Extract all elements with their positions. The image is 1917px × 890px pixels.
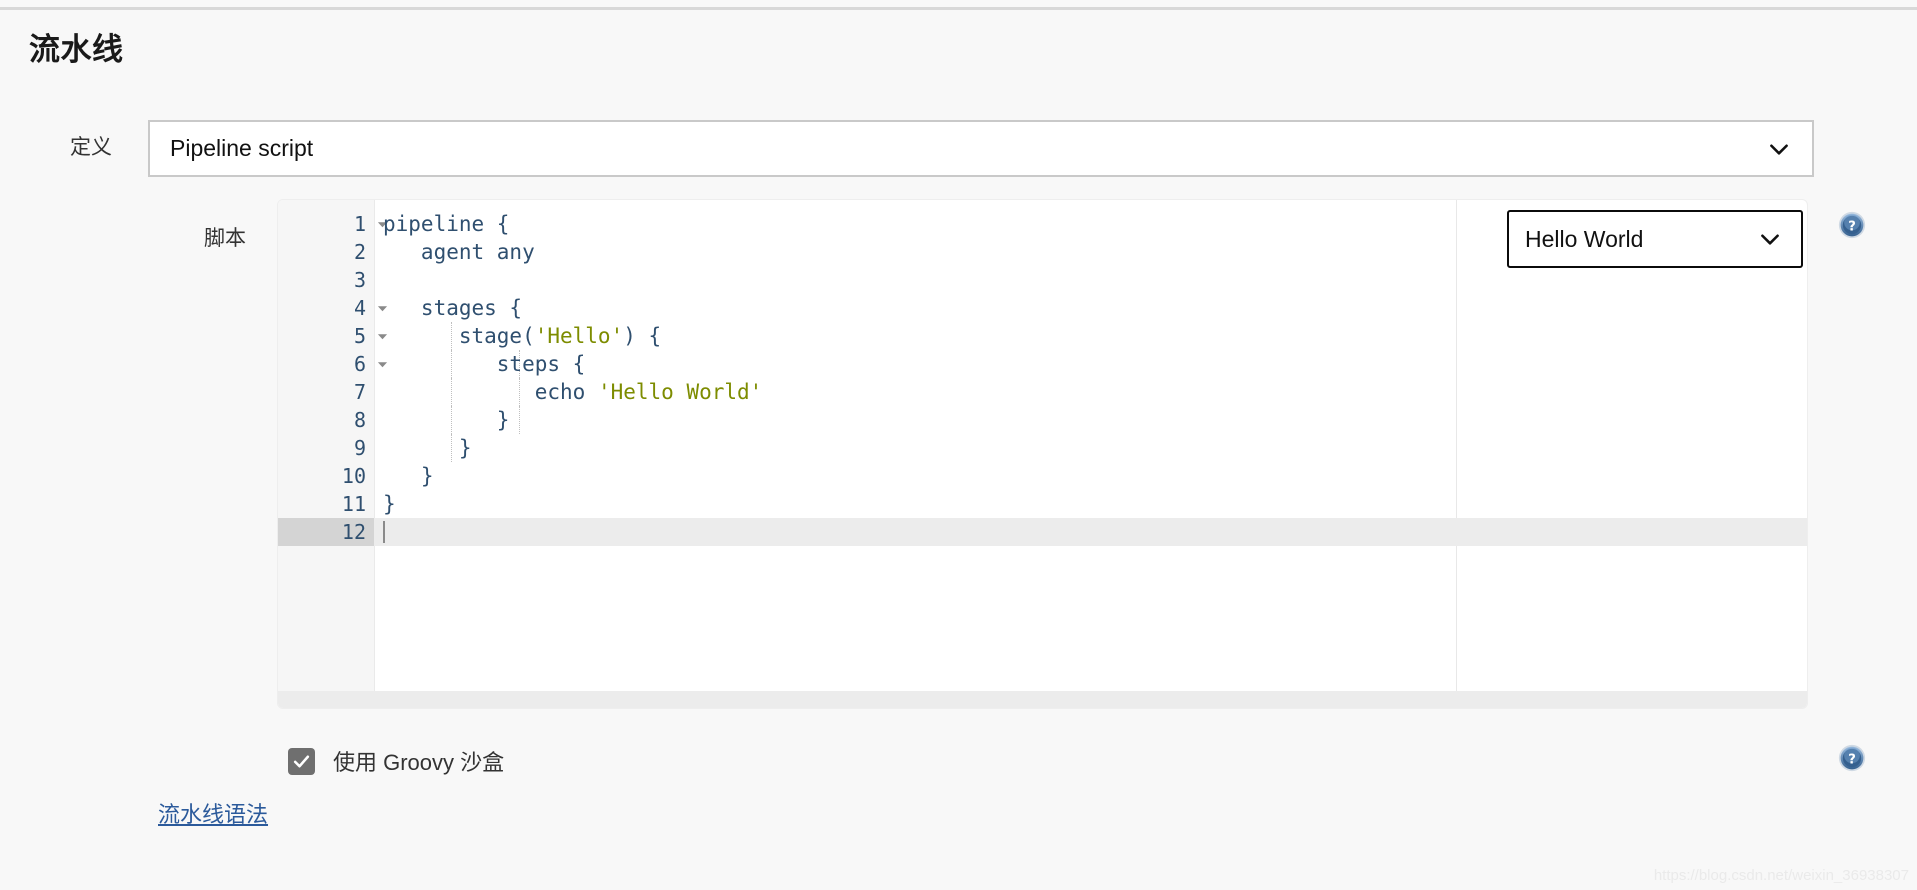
line-number-cell: 4 bbox=[278, 294, 387, 322]
groovy-sandbox-label: 使用 Groovy 沙盒 bbox=[333, 750, 505, 775]
line-number: 2 bbox=[353, 240, 366, 264]
line-number: 3 bbox=[353, 268, 366, 292]
definition-select[interactable]: Pipeline script bbox=[148, 120, 1814, 177]
editor-line[interactable]: 7 echo 'Hello World' bbox=[278, 378, 1807, 406]
code-cell[interactable] bbox=[374, 266, 1807, 294]
line-number: 8 bbox=[353, 408, 366, 432]
line-number-cell: 10 bbox=[278, 462, 374, 490]
code-cell[interactable]: } bbox=[374, 490, 1807, 518]
watermark: https://blog.csdn.net/weixin_36938307 bbox=[1653, 867, 1909, 884]
line-number-cell: 12 bbox=[278, 518, 374, 546]
line-number: 12 bbox=[341, 520, 366, 544]
line-number: 9 bbox=[353, 436, 366, 460]
pipeline-config-page: 流水线 定义 Pipeline script 脚本 1 pipeline { 2 a… bbox=[0, 0, 1917, 890]
line-number: 6 bbox=[353, 352, 366, 376]
editor-line[interactable]: 12 bbox=[278, 518, 1807, 546]
code-cell[interactable]: stage('Hello') { bbox=[374, 322, 1807, 350]
page-title: 流水线 bbox=[29, 32, 124, 67]
line-number: 11 bbox=[341, 492, 366, 516]
line-number-cell: 9 bbox=[278, 434, 374, 462]
definition-selected-value: Pipeline script bbox=[170, 135, 314, 161]
help-circle-icon[interactable]: ? bbox=[1838, 211, 1866, 239]
line-number: 1 bbox=[353, 212, 366, 236]
line-number-cell: 11 bbox=[278, 490, 374, 518]
editor-line[interactable]: 11} bbox=[278, 490, 1807, 518]
code-cell[interactable]: stages { bbox=[374, 294, 1807, 322]
line-number: 10 bbox=[341, 464, 366, 488]
script-label: 脚本 bbox=[204, 227, 246, 250]
code-text: } bbox=[383, 408, 510, 432]
code-text: agent any bbox=[383, 240, 535, 264]
line-number-cell: 8 bbox=[278, 406, 374, 434]
code-text: steps { bbox=[383, 352, 586, 376]
line-number: 4 bbox=[353, 296, 366, 320]
code-text: stage('Hello') { bbox=[383, 324, 662, 348]
line-number-cell: 2 bbox=[278, 238, 374, 266]
line-number-cell: 1 bbox=[278, 210, 387, 238]
sample-selected-value: Hello World bbox=[1525, 225, 1644, 252]
line-number: 7 bbox=[353, 380, 366, 404]
code-cell[interactable]: } bbox=[374, 434, 1807, 462]
code-text: } bbox=[383, 464, 434, 488]
editor-line[interactable]: 3 bbox=[278, 266, 1807, 294]
groovy-sandbox-row[interactable]: 使用 Groovy 沙盒 bbox=[288, 745, 504, 777]
editor-line[interactable]: 10 } bbox=[278, 462, 1807, 490]
code-text: } bbox=[383, 492, 396, 516]
line-number-cell: 3 bbox=[278, 266, 374, 294]
editor-footer-strip bbox=[278, 691, 1807, 708]
code-text: pipeline { bbox=[383, 212, 510, 236]
line-number: 5 bbox=[353, 324, 366, 348]
pipeline-syntax-link[interactable]: 流水线语法 bbox=[158, 797, 268, 829]
code-text: } bbox=[383, 436, 472, 460]
top-divider bbox=[0, 7, 1917, 10]
help-circle-icon[interactable]: ? bbox=[1838, 744, 1866, 772]
indent-guide bbox=[519, 406, 520, 434]
editor-line[interactable]: 9 } bbox=[278, 434, 1807, 462]
code-text: stages { bbox=[383, 296, 523, 320]
code-cell[interactable]: echo 'Hello World' bbox=[374, 378, 1807, 406]
code-cell[interactable]: steps { bbox=[374, 350, 1807, 378]
definition-label: 定义 bbox=[70, 136, 112, 159]
chevron-down-icon bbox=[1766, 136, 1792, 162]
code-cell[interactable] bbox=[374, 518, 1807, 546]
chevron-down-icon bbox=[1757, 226, 1783, 252]
editor-line[interactable]: 4 stages { bbox=[278, 294, 1807, 322]
code-cell[interactable]: } bbox=[374, 462, 1807, 490]
script-code-editor[interactable]: 1 pipeline {2 agent any 3 4 stages {5 stage… bbox=[278, 200, 1807, 708]
svg-text:?: ? bbox=[1848, 219, 1856, 234]
code-cell[interactable]: } bbox=[374, 406, 1807, 434]
check-icon bbox=[293, 754, 310, 768]
sample-script-select[interactable]: Hello World bbox=[1507, 210, 1803, 268]
editor-line[interactable]: 5 stage('Hello') { bbox=[278, 322, 1807, 350]
groovy-sandbox-checkbox[interactable] bbox=[288, 747, 315, 775]
svg-text:?: ? bbox=[1848, 752, 1856, 767]
code-text: echo 'Hello World' bbox=[383, 380, 763, 404]
text-caret bbox=[383, 521, 385, 543]
editor-line[interactable]: 6 steps { bbox=[278, 350, 1807, 378]
line-number-cell: 6 bbox=[278, 350, 387, 378]
line-number-cell: 5 bbox=[278, 322, 387, 350]
editor-line[interactable]: 8 } bbox=[278, 406, 1807, 434]
line-number-cell: 7 bbox=[278, 378, 374, 406]
